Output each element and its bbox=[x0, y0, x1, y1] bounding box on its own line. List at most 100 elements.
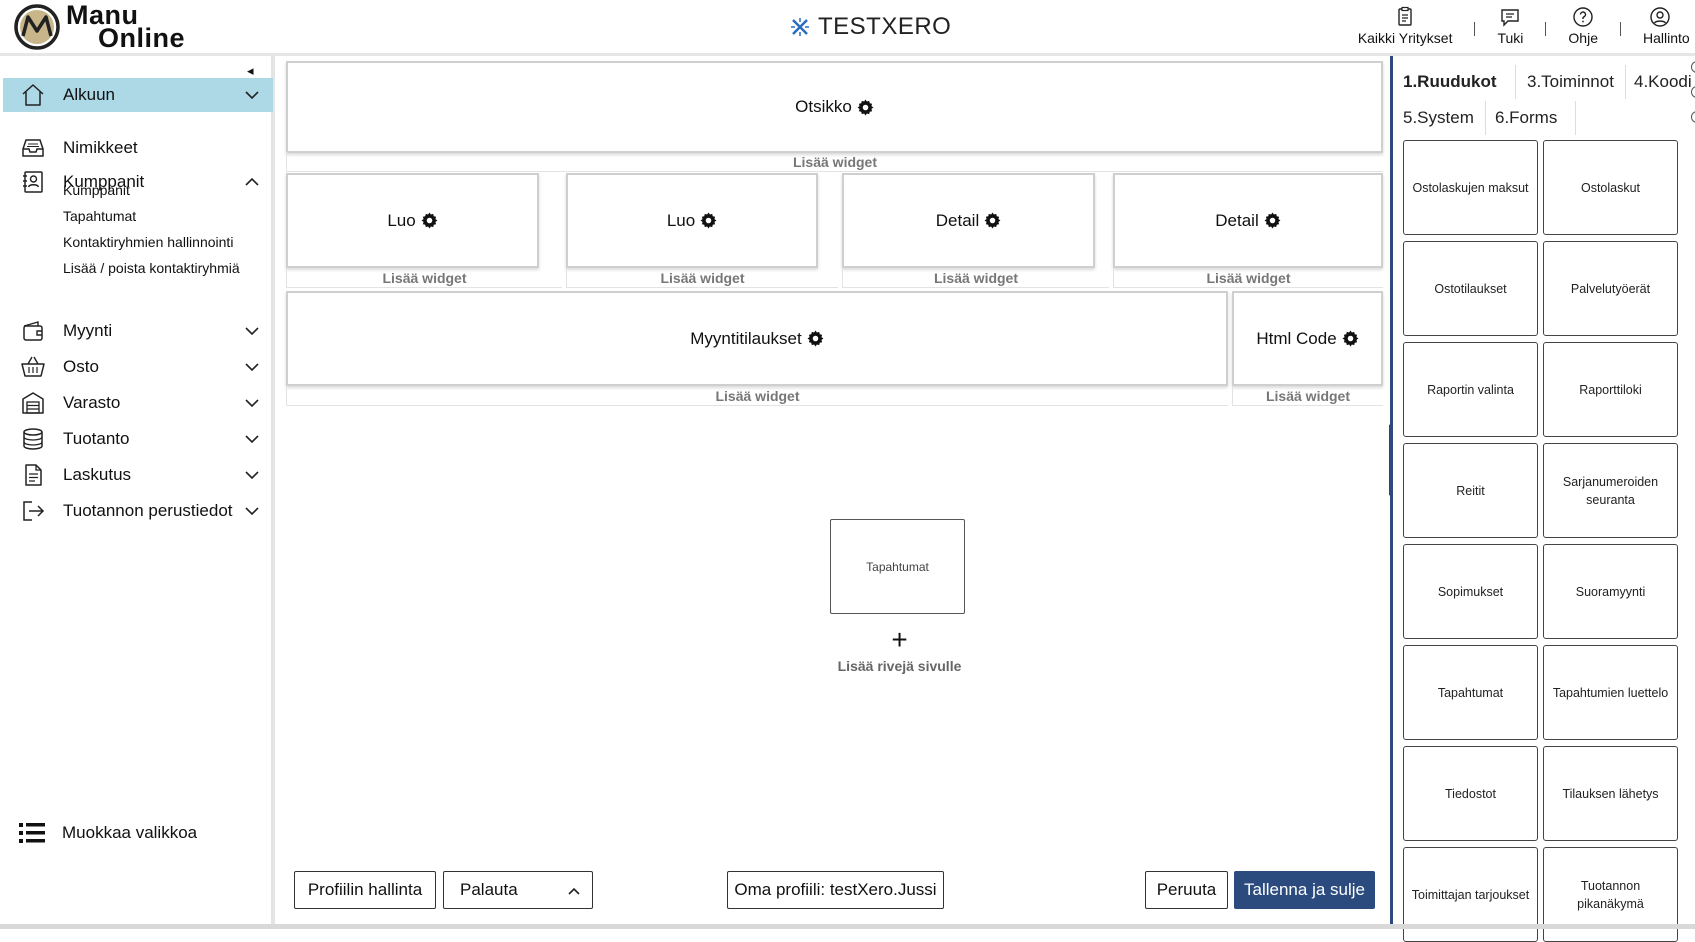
add-widget-button[interactable]: Lisää widget bbox=[286, 386, 1228, 406]
widget-tile[interactable]: Sopimukset bbox=[1403, 544, 1538, 639]
sidebar-subitem-lisaa-poista[interactable]: Lisää / poista kontaktiryhmiä bbox=[63, 260, 240, 276]
tab-forms[interactable]: 6.Forms bbox=[1495, 100, 1557, 136]
widget-luo[interactable]: Luo bbox=[566, 173, 818, 268]
document-icon bbox=[25, 464, 42, 486]
topnav-support[interactable]: Tuki bbox=[1497, 6, 1523, 46]
add-widget-button[interactable]: Lisää widget bbox=[566, 268, 838, 288]
horizontal-scrollbar[interactable] bbox=[0, 924, 1695, 929]
sidebar-item-varasto[interactable]: Varasto bbox=[3, 386, 273, 420]
sidebar-item-label: Varasto bbox=[63, 393, 121, 412]
widget-tile[interactable]: Tilauksen lähetys bbox=[1543, 746, 1678, 841]
sidebar: ◂ Alkuun Nimikkeet Kumppanit Kumppanit T… bbox=[0, 56, 275, 929]
widget-tile[interactable]: Reitit bbox=[1403, 443, 1538, 538]
topnav-all-companies[interactable]: Kaikki Yritykset bbox=[1357, 6, 1453, 46]
database-icon bbox=[23, 428, 43, 450]
sidebar-item-nimikkeet[interactable]: Nimikkeet bbox=[3, 131, 273, 165]
restore-select[interactable]: Palauta bbox=[443, 871, 593, 909]
add-rows-button[interactable]: Lisää rivejä sivulle bbox=[779, 658, 1020, 674]
inbox-icon bbox=[22, 139, 44, 157]
gear-icon[interactable] bbox=[857, 99, 874, 116]
chevron-down-icon bbox=[245, 435, 259, 444]
tab-koodi[interactable]: 4.Koodi bbox=[1634, 64, 1692, 100]
sidebar-item-label: Laskutus bbox=[63, 465, 132, 484]
widget-luo[interactable]: Luo bbox=[286, 173, 539, 268]
own-profile-button[interactable]: Oma profiili: testXero.Jussi bbox=[727, 871, 944, 909]
sidebar-subitem-kumppanit[interactable]: Kumppanit bbox=[63, 182, 130, 198]
widget-title: Detail bbox=[1215, 210, 1259, 230]
sidebar-item-myynti[interactable]: Myynti bbox=[3, 314, 273, 348]
save-and-close-button[interactable]: Tallenna ja sulje bbox=[1234, 871, 1375, 909]
widget-tile[interactable]: Sarjanumeroiden seuranta bbox=[1543, 443, 1678, 538]
widget-tile[interactable]: Tapahtumien luettelo bbox=[1543, 645, 1678, 740]
widget-tile[interactable]: Suoramyynti bbox=[1543, 544, 1678, 639]
sidebar-subitem-tapahtumat[interactable]: Tapahtumat bbox=[63, 208, 136, 224]
sidebar-item-tuotannon-perustiedot[interactable]: Tuotannon perustiedot bbox=[3, 494, 273, 528]
widget-palette-panel: 1.Ruudukot 3.Toiminnot 4.Koodi 5.System … bbox=[1390, 56, 1695, 942]
chevron-down-icon bbox=[245, 507, 259, 516]
widget-tile[interactable]: Ostolaskut bbox=[1543, 140, 1678, 235]
topnav-admin[interactable]: Hallinto bbox=[1643, 6, 1695, 46]
edit-menu-button[interactable]: Muokkaa valikkoa bbox=[18, 821, 197, 845]
add-widget-button[interactable]: Lisää widget bbox=[842, 268, 1109, 288]
add-widget-button[interactable]: Lisää widget bbox=[1232, 386, 1383, 406]
add-widget-button[interactable]: Lisää widget bbox=[286, 268, 562, 288]
gear-icon[interactable] bbox=[807, 330, 824, 347]
widget-html-code[interactable]: Html Code bbox=[1232, 291, 1383, 386]
clipboard-icon bbox=[1398, 6, 1412, 26]
widget-title: Html Code bbox=[1256, 328, 1337, 348]
app-logo[interactable]: Manu Online bbox=[14, 2, 214, 52]
sidebar-item-label: Osto bbox=[63, 357, 99, 376]
widget-otsikko[interactable]: Otsikko bbox=[286, 61, 1383, 153]
tab-toiminnot[interactable]: 3.Toiminnot bbox=[1527, 64, 1614, 100]
sidebar-item-laskutus[interactable]: Laskutus bbox=[3, 458, 273, 492]
widget-detail[interactable]: Detail bbox=[842, 173, 1095, 268]
sidebar-item-alkuun[interactable]: Alkuun bbox=[3, 78, 273, 112]
widget-tile[interactable]: Raporttiloki bbox=[1543, 342, 1678, 437]
collapse-sidebar-icon[interactable]: ◂ bbox=[247, 63, 254, 79]
gear-icon[interactable] bbox=[1342, 330, 1359, 347]
add-widget-button[interactable]: Lisää widget bbox=[286, 152, 1383, 172]
sidebar-item-kumppanit[interactable]: Kumppanit bbox=[3, 165, 273, 199]
gear-icon[interactable] bbox=[421, 212, 438, 229]
cancel-button[interactable]: Peruuta bbox=[1145, 871, 1228, 909]
sidebar-subitem-kontaktiryhmat[interactable]: Kontaktiryhmien hallinnointi bbox=[63, 234, 233, 250]
edit-menu-label: Muokkaa valikkoa bbox=[62, 823, 198, 842]
widget-title: Luo bbox=[666, 210, 696, 230]
gear-icon[interactable] bbox=[700, 212, 717, 229]
widget-tile[interactable]: Ostotilaukset bbox=[1403, 241, 1538, 336]
widget-title: Detail bbox=[935, 210, 980, 230]
add-widget-button[interactable]: Lisää widget bbox=[1113, 268, 1383, 288]
sidebar-item-osto[interactable]: Osto bbox=[3, 350, 273, 384]
chevron-down-icon bbox=[245, 91, 259, 100]
topnav-help[interactable]: Ohje bbox=[1568, 6, 1598, 46]
topnav-divider bbox=[1474, 22, 1476, 36]
chevron-up-icon bbox=[568, 887, 580, 895]
restore-select-value: Palauta bbox=[460, 880, 518, 899]
basket-icon bbox=[21, 356, 45, 377]
widget-detail[interactable]: Detail bbox=[1113, 173, 1383, 268]
widget-tile[interactable]: Tiedostot bbox=[1403, 746, 1538, 841]
top-nav: Kaikki Yritykset Tuki Ohje Hallinto bbox=[1358, 6, 1695, 46]
widget-tile[interactable]: Ostolaskujen maksut bbox=[1403, 140, 1538, 235]
dragged-widget-card[interactable]: Tapahtumat bbox=[830, 519, 965, 614]
gear-icon[interactable] bbox=[984, 212, 1001, 229]
layout-canvas: Otsikko Lisää widget Luo Luo Detail Deta… bbox=[279, 56, 1389, 929]
logo-line-2: Online bbox=[98, 23, 186, 53]
company-icon bbox=[791, 18, 809, 36]
widget-tile[interactable]: Tapahtumat bbox=[1403, 645, 1538, 740]
gear-icon[interactable] bbox=[1264, 212, 1281, 229]
sign-in-icon bbox=[23, 501, 45, 521]
tab-divider bbox=[1485, 101, 1486, 135]
topnav-all-companies-label: Kaikki Yritykset bbox=[1357, 30, 1453, 46]
tab-ruudukot[interactable]: 1.Ruudukot bbox=[1403, 64, 1497, 100]
chevron-down-icon bbox=[245, 399, 259, 408]
widget-tile[interactable]: Palvelutyöerät bbox=[1543, 241, 1678, 336]
topnav-admin-label: Hallinto bbox=[1643, 30, 1690, 46]
tab-system[interactable]: 5.System bbox=[1403, 100, 1474, 136]
add-rows-plus-icon[interactable]: + bbox=[832, 626, 967, 654]
widget-myyntitilaukset[interactable]: Myyntitilaukset bbox=[286, 291, 1228, 386]
widget-tile[interactable]: Raportin valinta bbox=[1403, 342, 1538, 437]
profile-management-button[interactable]: Profiilin hallinta bbox=[294, 871, 436, 909]
chat-icon bbox=[1501, 9, 1520, 27]
sidebar-item-tuotanto[interactable]: Tuotanto bbox=[3, 422, 273, 456]
